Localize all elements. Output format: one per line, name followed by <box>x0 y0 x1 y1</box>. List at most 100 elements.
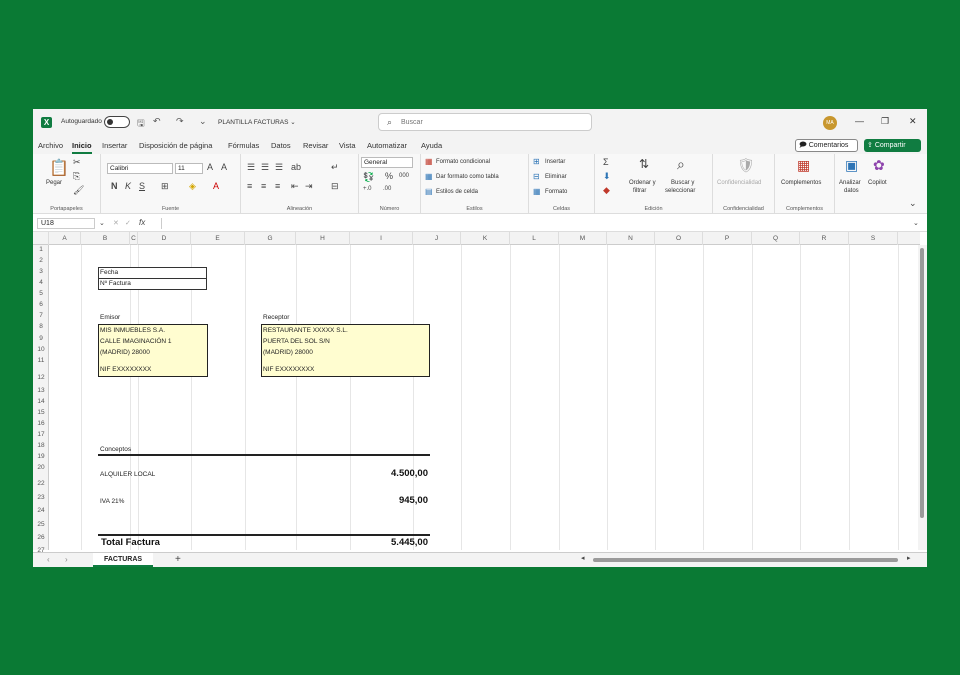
format-cells-button[interactable]: Formato <box>545 189 567 195</box>
find-select-icon[interactable]: ⌕ <box>677 156 685 173</box>
fecha-label[interactable]: Fecha <box>100 269 118 276</box>
tab-vista[interactable]: Vista <box>339 141 356 150</box>
find-select-label-1[interactable]: Buscar y <box>671 180 694 186</box>
copilot-icon[interactable]: ✿ <box>873 157 885 174</box>
tab-automatizar[interactable]: Automatizar <box>367 141 407 150</box>
borders-icon[interactable]: ⊞ <box>161 181 169 192</box>
decrease-font-icon[interactable]: A <box>221 162 227 172</box>
insert-cells-button[interactable]: Insertar <box>545 159 565 165</box>
search-box[interactable]: ⌕ <box>378 113 592 131</box>
find-select-label-2[interactable]: seleccionar <box>665 188 695 194</box>
row-header[interactable]: 3 <box>33 268 49 275</box>
row-header[interactable]: 7 <box>33 312 49 319</box>
line-item-amount[interactable]: 4.500,00 <box>349 468 428 479</box>
emisor-line[interactable]: NIF EXXXXXXXX <box>100 366 151 373</box>
outdent-icon[interactable]: ⇥ <box>305 181 313 192</box>
analyze-data-icon[interactable]: ▣ <box>845 157 858 174</box>
line-item-label[interactable]: ALQUILER LOCAL <box>100 471 155 478</box>
col-header[interactable]: Q <box>752 232 800 245</box>
row-header[interactable]: 19 <box>33 453 49 460</box>
next-sheet-icon[interactable]: › <box>65 555 68 564</box>
cancel-entry-icon[interactable]: ✕ <box>113 219 119 227</box>
row-header[interactable]: 12 <box>33 374 49 381</box>
row-header[interactable]: 15 <box>33 409 49 416</box>
num-factura-label[interactable]: Nº Factura <box>100 280 131 287</box>
conceptos-label[interactable]: Conceptos <box>100 446 131 453</box>
restore-icon[interactable]: ❐ <box>881 116 889 127</box>
autosum-icon[interactable]: Σ <box>603 157 609 167</box>
row-header[interactable]: 20 <box>33 464 49 471</box>
row-header[interactable]: 23 <box>33 494 49 501</box>
tab-ayuda[interactable]: Ayuda <box>421 141 442 150</box>
align-top-icon[interactable]: ☰ <box>247 162 255 173</box>
row-header[interactable]: 17 <box>33 431 49 438</box>
col-header[interactable]: O <box>655 232 703 245</box>
row-header[interactable]: 25 <box>33 521 49 528</box>
sort-filter-icon[interactable]: ⇅ <box>639 157 649 171</box>
tab-inicio[interactable]: Inicio <box>72 141 92 154</box>
align-center-icon[interactable]: ≡ <box>261 181 266 191</box>
vat-amount[interactable]: 945,00 <box>349 495 428 506</box>
align-right-icon[interactable]: ≡ <box>275 181 280 191</box>
tab-insertar[interactable]: Insertar <box>102 141 127 150</box>
col-header[interactable]: M <box>559 232 607 245</box>
copy-icon[interactable]: ⎘ <box>73 171 80 182</box>
namebox-dropdown-icon[interactable]: ⌄ <box>99 219 105 227</box>
wrap-text-icon[interactable]: ↵ <box>331 162 339 173</box>
align-middle-icon[interactable]: ☰ <box>261 162 269 173</box>
insert-function-icon[interactable]: fx <box>139 218 145 227</box>
scroll-right-icon[interactable]: ▸ <box>907 554 911 562</box>
paste-icon[interactable]: 📋 <box>49 158 69 178</box>
indent-icon[interactable]: ⇤ <box>291 181 299 192</box>
expand-formula-icon[interactable]: ⌄ <box>913 219 919 227</box>
align-bottom-icon[interactable]: ☰ <box>275 162 283 173</box>
addins-button[interactable]: Complementos <box>781 180 821 186</box>
row-header[interactable]: 5 <box>33 290 49 297</box>
decrease-decimal-icon[interactable]: .00 <box>383 186 391 192</box>
tab-disposicion[interactable]: Disposición de página <box>139 141 212 150</box>
align-left-icon[interactable]: ≡ <box>247 181 252 191</box>
row-header[interactable]: 22 <box>33 480 49 487</box>
tab-revisar[interactable]: Revisar <box>303 141 328 150</box>
close-icon[interactable]: ✕ <box>909 116 917 127</box>
col-header[interactable]: B <box>81 232 130 245</box>
analyze-data-label-2[interactable]: datos <box>844 188 859 194</box>
vat-label[interactable]: IVA 21% <box>100 498 124 505</box>
thousands-icon[interactable]: 000 <box>399 173 409 179</box>
receptor-line[interactable]: (MADRID) 28000 <box>263 349 313 356</box>
vertical-scrollbar[interactable] <box>918 245 927 550</box>
user-avatar[interactable]: MA <box>823 116 837 130</box>
col-header[interactable]: C <box>130 232 138 245</box>
row-header[interactable]: 14 <box>33 398 49 405</box>
cut-icon[interactable]: ✂ <box>73 157 81 168</box>
minimize-icon[interactable]: — <box>855 116 864 126</box>
receptor-line[interactable]: RESTAURANTE XXXXX S.L. <box>263 327 348 334</box>
row-header[interactable]: 4 <box>33 279 49 286</box>
tab-formulas[interactable]: Fórmulas <box>228 141 259 150</box>
col-header[interactable]: S <box>849 232 898 245</box>
row-header[interactable]: 26 <box>33 534 49 541</box>
prev-sheet-icon[interactable]: ‹ <box>47 555 50 564</box>
col-header[interactable]: I <box>350 232 413 245</box>
italic-icon[interactable]: K <box>125 181 131 191</box>
vertical-scroll-thumb[interactable] <box>920 248 924 518</box>
analyze-data-label-1[interactable]: Analizar <box>839 180 861 186</box>
redo-icon[interactable]: ↷ <box>176 116 184 127</box>
row-header[interactable]: 18 <box>33 442 49 449</box>
scroll-left-icon[interactable]: ◂ <box>581 554 585 562</box>
receptor-label[interactable]: Receptor <box>263 314 289 321</box>
col-header[interactable]: D <box>138 232 191 245</box>
sort-filter-label-1[interactable]: Ordenar y <box>629 180 656 186</box>
row-header[interactable]: 10 <box>33 346 49 353</box>
row-header[interactable]: 1 <box>33 246 49 253</box>
merge-center-icon[interactable]: ⊟ <box>331 181 339 192</box>
row-header[interactable]: 8 <box>33 323 49 330</box>
cell-styles-button[interactable]: Estilos de celda <box>436 189 478 195</box>
share-button[interactable]: ⇪ Compartir <box>864 139 921 152</box>
row-header[interactable]: 9 <box>33 335 49 342</box>
search-input[interactable] <box>401 117 581 128</box>
total-amount[interactable]: 5.445,00 <box>349 537 428 548</box>
comments-button[interactable]: 🗩 Comentarios <box>795 139 858 152</box>
col-header[interactable]: K <box>461 232 510 245</box>
col-header[interactable]: G <box>245 232 296 245</box>
